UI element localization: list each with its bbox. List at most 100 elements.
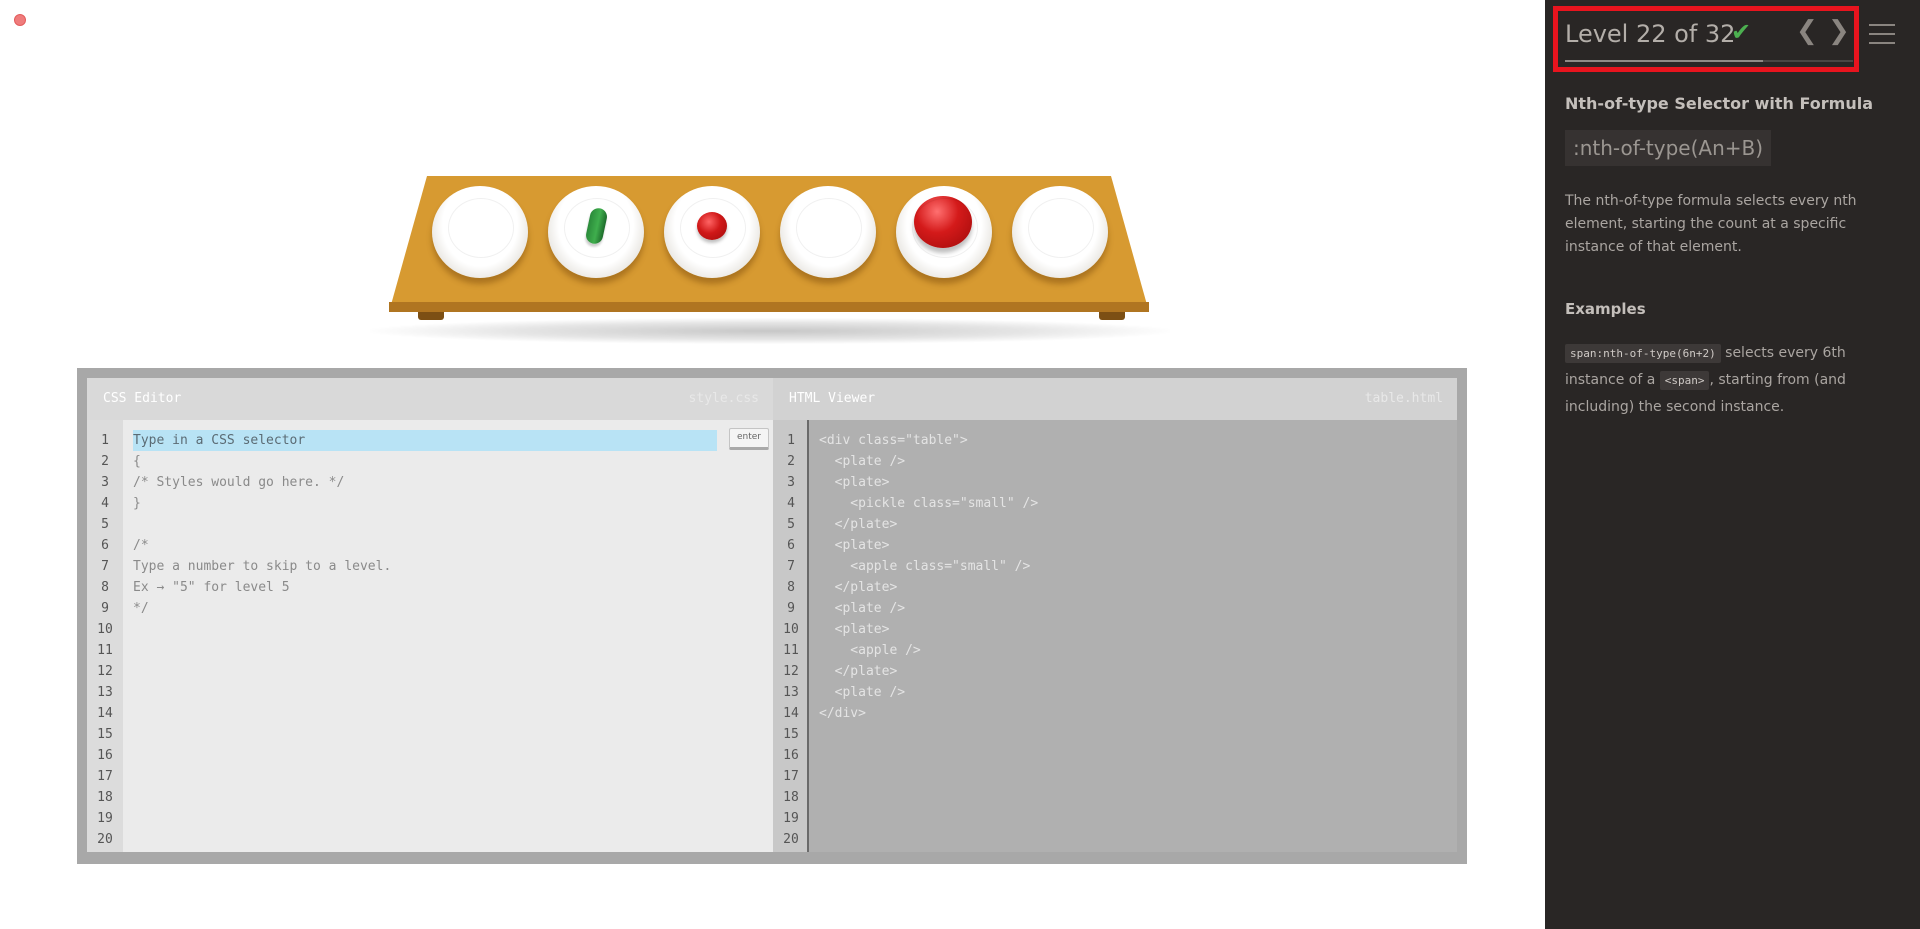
- apple[interactable]: [914, 196, 972, 248]
- chevron-left-icon[interactable]: ❮: [1796, 16, 1818, 46]
- code-line: <plate />: [819, 601, 906, 616]
- line-number: 2: [787, 454, 795, 469]
- line-number: 20: [97, 832, 113, 847]
- line-number: 20: [783, 832, 799, 847]
- line-number: 18: [97, 790, 113, 805]
- line-number: 6: [101, 538, 109, 553]
- line-number: 5: [101, 517, 109, 532]
- level-title: Level 22 of 32: [1565, 20, 1736, 48]
- line-number: 17: [97, 769, 113, 784]
- small-pickle[interactable]: [584, 206, 609, 246]
- level-description: The nth-of-type formula selects every nt…: [1565, 193, 1857, 255]
- html-viewer-filename: table.html: [1364, 391, 1443, 406]
- line-number: 1: [101, 433, 109, 448]
- html-viewer-header: HTML Viewer table.html: [773, 378, 1457, 420]
- line-number: 12: [783, 664, 799, 679]
- code-line: */: [133, 601, 149, 616]
- small-apple[interactable]: [697, 212, 727, 240]
- code-line: </plate>: [819, 664, 898, 679]
- line-number: 14: [783, 706, 799, 721]
- code-line: <div class="table">: [819, 433, 968, 448]
- plate-6[interactable]: [1012, 186, 1108, 278]
- line-number: 14: [97, 706, 113, 721]
- line-number: 4: [101, 496, 109, 511]
- line-number: 19: [97, 811, 113, 826]
- example: span:nth-of-type(6n+2) selects every 6th…: [1565, 340, 1900, 420]
- line-number: 5: [787, 517, 795, 532]
- table-edge: [389, 302, 1149, 312]
- selector-syntax: :nth-of-type(An+B): [1565, 130, 1772, 166]
- line-number: 16: [97, 748, 113, 763]
- examples-heading: Examples: [1565, 300, 1646, 318]
- line-number: 3: [787, 475, 795, 490]
- code-line: {: [133, 454, 141, 469]
- table-leg-left: [418, 312, 444, 320]
- code-line: <pickle class="small" />: [819, 496, 1039, 511]
- menu-icon[interactable]: [1869, 24, 1895, 44]
- html-code: <div class="table"> <plate /> <plate> <p…: [819, 430, 1038, 724]
- code-line: <plate>: [819, 538, 890, 553]
- line-number: 8: [787, 580, 795, 595]
- code-line: </plate>: [819, 580, 898, 595]
- line-number: 10: [783, 622, 799, 637]
- line-number: 16: [783, 748, 799, 763]
- html-line-numbers: 1 2 3 4 5 6 7 8 9 10 11 12 13 14 15 16 17 18 19 20: [773, 430, 809, 850]
- plate-3[interactable]: [664, 186, 760, 278]
- css-line-numbers: 1 2 3 4 5 6 7 8 9 10 11 12 13 14 15 16 17 18 19 20: [87, 430, 123, 850]
- line-number: 11: [97, 643, 113, 658]
- code-line: </plate>: [819, 517, 898, 532]
- css-editor-title: CSS Editor: [103, 391, 182, 406]
- line-number: 15: [97, 727, 113, 742]
- line-number: 9: [787, 601, 795, 616]
- close-dot-icon[interactable]: [14, 14, 26, 26]
- line-number: 1: [787, 433, 795, 448]
- line-number: 19: [783, 811, 799, 826]
- plate-1[interactable]: [432, 186, 528, 278]
- line-number: 6: [787, 538, 795, 553]
- css-selector-input[interactable]: Type in a CSS selector: [133, 430, 717, 451]
- table-shadow: [370, 318, 1170, 344]
- html-viewer-pane: HTML Viewer table.html 1 2 3 4 5 6 7 8 9 10 11 12 13…: [773, 378, 1457, 852]
- example-code: span:nth-of-type(6n+2): [1565, 344, 1721, 363]
- example-tag: <span>: [1659, 371, 1710, 390]
- line-number: 2: [101, 454, 109, 469]
- enter-button[interactable]: enter: [729, 428, 769, 450]
- sidebar: Level 22 of 32 ✔ ❮ ❯ Nth-of-type Selecto…: [1545, 0, 1920, 929]
- code-line: <plate />: [819, 454, 906, 469]
- html-viewer-title: HTML Viewer: [789, 391, 876, 406]
- line-number: 10: [97, 622, 113, 637]
- line-number: 11: [783, 643, 799, 658]
- chevron-right-icon[interactable]: ❯: [1828, 16, 1850, 46]
- code-line: Ex → "5" for level 5: [133, 580, 290, 595]
- line-number: 8: [101, 580, 109, 595]
- plate-2[interactable]: [548, 186, 644, 278]
- line-number: 9: [101, 601, 109, 616]
- check-icon: ✔: [1731, 18, 1752, 46]
- code-line: /* Styles would go here. */: [133, 475, 345, 490]
- code-line: <plate>: [819, 475, 890, 490]
- code-line: </div>: [819, 706, 866, 721]
- line-number: 18: [783, 790, 799, 805]
- plate-5[interactable]: [896, 186, 992, 278]
- line-number: 12: [97, 664, 113, 679]
- css-editor-header: CSS Editor style.css: [87, 378, 773, 420]
- level-progress-bar: [1565, 60, 1853, 62]
- css-code: {/* Styles would go here. */} /* Type a n…: [133, 451, 391, 619]
- code-line: <apple class="small" />: [819, 559, 1031, 574]
- plate-4[interactable]: [780, 186, 876, 278]
- line-number: 13: [97, 685, 113, 700]
- line-number: 7: [787, 559, 795, 574]
- line-number: 15: [783, 727, 799, 742]
- line-number: 13: [783, 685, 799, 700]
- line-number: 3: [101, 475, 109, 490]
- line-number: 7: [101, 559, 109, 574]
- level-progress-fill: [1565, 60, 1763, 62]
- line-number: 4: [787, 496, 795, 511]
- dinner-table: [370, 170, 1170, 350]
- line-number: 17: [783, 769, 799, 784]
- css-editor-pane: CSS Editor style.css 1 2 3 4 5 6 7 8 9 10 11 12 13 14…: [87, 378, 773, 852]
- css-editor-filename: style.css: [688, 391, 759, 406]
- level-name: Nth-of-type Selector with Formula: [1565, 94, 1874, 113]
- code-line: /*: [133, 538, 149, 553]
